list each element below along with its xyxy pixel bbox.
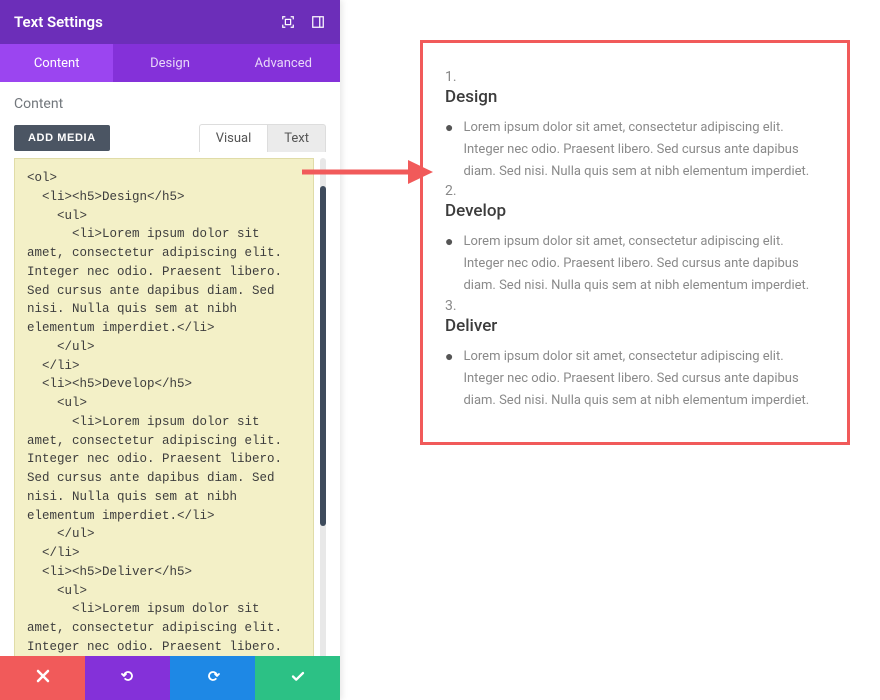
header-icons bbox=[280, 14, 326, 30]
undo-button[interactable] bbox=[85, 656, 170, 700]
check-icon bbox=[290, 668, 306, 688]
arrow-icon bbox=[298, 152, 433, 192]
tab-advanced[interactable]: Advanced bbox=[227, 44, 340, 82]
expand-preview-icon[interactable] bbox=[280, 14, 296, 30]
list-item: 1. Design ● Lorem ipsum dolor sit amet, … bbox=[445, 69, 823, 183]
undo-icon bbox=[120, 668, 136, 688]
tab-design[interactable]: Design bbox=[113, 44, 226, 82]
item-number: 2. bbox=[445, 183, 823, 199]
preview-area: 1. Design ● Lorem ipsum dolor sit amet, … bbox=[340, 0, 880, 700]
action-bar bbox=[0, 656, 340, 700]
bullet-icon: ● bbox=[445, 346, 453, 412]
settings-tabs: Content Design Advanced bbox=[0, 44, 340, 82]
list-item: 2. Develop ● Lorem ipsum dolor sit amet,… bbox=[445, 183, 823, 297]
item-title: Develop bbox=[445, 201, 823, 221]
redo-icon bbox=[205, 668, 221, 688]
panel-title: Text Settings bbox=[14, 13, 103, 31]
item-title: Deliver bbox=[445, 316, 823, 336]
content-label: Content bbox=[14, 96, 326, 112]
item-title: Design bbox=[445, 87, 823, 107]
item-body: Lorem ipsum dolor sit amet, consectetur … bbox=[463, 231, 823, 297]
item-body: Lorem ipsum dolor sit amet, consectetur … bbox=[463, 117, 823, 183]
editor-mode-tabs: Visual Text bbox=[199, 124, 326, 152]
preview-box: 1. Design ● Lorem ipsum dolor sit amet, … bbox=[420, 40, 850, 445]
panel-header: Text Settings bbox=[0, 0, 340, 44]
editor-container: <ol> <li><h5>Design</h5> <ul> <li>Lorem … bbox=[14, 158, 326, 656]
add-media-button[interactable]: ADD MEDIA bbox=[14, 125, 110, 151]
editor-tab-text[interactable]: Text bbox=[267, 124, 326, 152]
cancel-button[interactable] bbox=[0, 656, 85, 700]
code-textarea[interactable]: <ol> <li><h5>Design</h5> <ul> <li>Lorem … bbox=[14, 158, 314, 656]
redo-button[interactable] bbox=[170, 656, 255, 700]
editor-toolbar: ADD MEDIA Visual Text bbox=[14, 124, 326, 152]
item-body-row: ● Lorem ipsum dolor sit amet, consectetu… bbox=[445, 346, 823, 412]
close-icon bbox=[35, 668, 51, 688]
confirm-button[interactable] bbox=[255, 656, 340, 700]
item-body-row: ● Lorem ipsum dolor sit amet, consectetu… bbox=[445, 117, 823, 183]
bullet-icon: ● bbox=[445, 231, 453, 297]
item-body-row: ● Lorem ipsum dolor sit amet, consectetu… bbox=[445, 231, 823, 297]
tab-content[interactable]: Content bbox=[0, 44, 113, 82]
scrollbar-track[interactable] bbox=[320, 158, 326, 656]
editor-tab-visual[interactable]: Visual bbox=[199, 124, 268, 152]
content-section: Content ADD MEDIA Visual Text <ol> <li><… bbox=[0, 82, 340, 656]
item-body: Lorem ipsum dolor sit amet, consectetur … bbox=[463, 346, 823, 412]
item-number: 1. bbox=[445, 69, 823, 85]
toggle-view-icon[interactable] bbox=[310, 14, 326, 30]
settings-panel: Text Settings Content Design Advanced Co… bbox=[0, 0, 340, 700]
scrollbar-thumb[interactable] bbox=[320, 186, 326, 526]
bullet-icon: ● bbox=[445, 117, 453, 183]
item-number: 3. bbox=[445, 298, 823, 314]
list-item: 3. Deliver ● Lorem ipsum dolor sit amet,… bbox=[445, 298, 823, 412]
